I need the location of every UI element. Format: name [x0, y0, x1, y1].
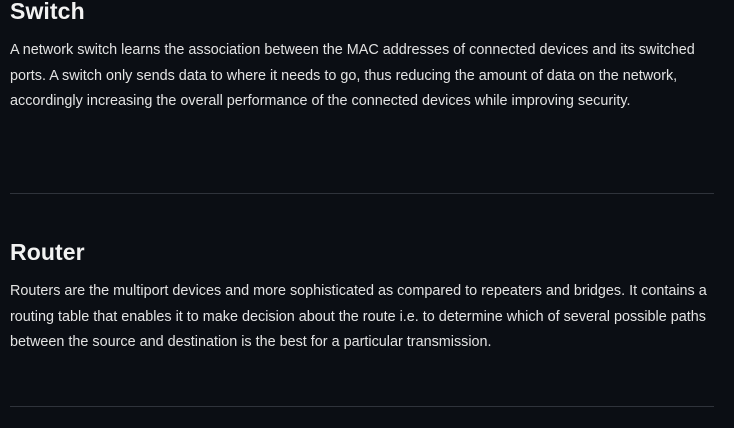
section-switch: Switch A network switch learns the assoc…: [10, 0, 714, 141]
section-router: Router Routers are the multiport devices…: [10, 237, 714, 356]
section-body-switch: A network switch learns the association …: [10, 42, 695, 110]
section-title-router: Router: [10, 239, 85, 265]
article-content: Switch A network switch learns the assoc…: [10, 0, 714, 407]
section-body-router: Routers are the multiport devices and mo…: [10, 283, 707, 351]
section-divider: [10, 193, 714, 194]
section-divider: [10, 405, 714, 407]
section-title-switch: Switch: [10, 0, 85, 24]
